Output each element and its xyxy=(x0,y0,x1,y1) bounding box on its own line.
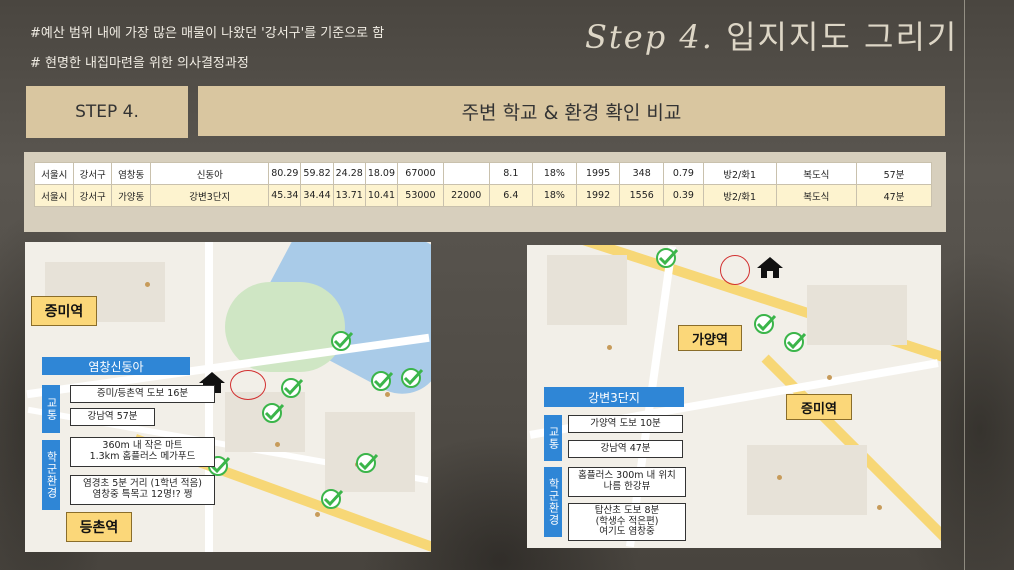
table-cell: 염창동 xyxy=(110,162,152,185)
panel-title-gangbyeon3: 강변3단지 xyxy=(544,387,684,407)
check-icon xyxy=(401,368,424,388)
step-label: STEP 4. xyxy=(26,86,188,138)
table-cell: 348 xyxy=(619,162,665,185)
home-icon xyxy=(757,257,783,278)
table-cell: 6.4 xyxy=(488,184,534,207)
table-row: 서울시 강서구 가양동 강변3단지 45.34 34.44 13.71 10.41 53000 2… xyxy=(33,184,932,207)
table-cell: 강변3단지 xyxy=(150,184,270,207)
check-icon xyxy=(754,314,777,334)
table-cell: 서울시 xyxy=(33,184,75,207)
location-circle xyxy=(720,255,750,285)
table-cell: 8.1 xyxy=(488,162,534,185)
info-transport-2: 강남역 57분 xyxy=(70,408,155,426)
table-cell: 34.44 xyxy=(300,184,334,207)
poi xyxy=(877,505,882,510)
poi xyxy=(607,345,612,350)
info-environment-2: 탑산초 도보 8분 (학생수 적은편) 여기도 염창중 xyxy=(568,503,686,541)
table-cell: 18% xyxy=(532,162,577,185)
poi xyxy=(275,442,280,447)
table-cell: 가양동 xyxy=(110,184,152,207)
tab-transport: 교통 xyxy=(544,415,562,461)
block xyxy=(807,285,907,345)
check-icon xyxy=(321,489,344,509)
panel-title-sindonga: 염창신동아 xyxy=(42,357,190,375)
table-cell: 서울시 xyxy=(33,162,75,185)
table-cell: 1556 xyxy=(619,184,665,207)
tab-school-environment: 학군환경 xyxy=(544,467,562,537)
table-cell: 80.29 xyxy=(268,162,302,185)
info-environment-1: 홈플러스 300m 내 위치 나름 한강뷰 xyxy=(568,467,686,497)
table-cell: 복도식 xyxy=(775,162,858,185)
info-transport-2: 강남역 47분 xyxy=(568,440,683,458)
note-line-1: #예산 범위 내에 가장 많은 매물이 나왔던 '강서구'를 기준으로 함 xyxy=(30,26,385,41)
table-cell: 59.82 xyxy=(300,162,334,185)
title-korean: 입지지도 그리기 xyxy=(726,18,959,56)
poi xyxy=(777,475,782,480)
check-icon xyxy=(656,248,679,268)
check-icon xyxy=(262,403,285,423)
table-cell: 67000 xyxy=(397,162,444,185)
table-cell: 10.41 xyxy=(364,184,399,207)
table-cell: 0.39 xyxy=(663,184,704,207)
tab-transport: 교통 xyxy=(42,385,60,433)
info-environment-2: 염경초 5분 거리 (1학년 적음) 염창중 특목고 12명!? 쩡 xyxy=(70,475,215,505)
block xyxy=(547,255,627,325)
info-transport-1: 증미/등촌역 도보 16분 xyxy=(70,385,215,403)
table-cell: 13.71 xyxy=(332,184,366,207)
table-cell: 복도식 xyxy=(775,184,858,207)
table-cell: 0.79 xyxy=(663,162,704,185)
table-cell: 강서구 xyxy=(73,184,112,207)
table-cell: 신동아 xyxy=(150,162,270,185)
poi xyxy=(145,282,150,287)
check-icon xyxy=(371,371,394,391)
table-cell: 방2/화1 xyxy=(702,184,777,207)
section-title: 주변 학교 & 환경 확인 비교 xyxy=(198,86,945,136)
station-label-deungchon: 등촌역 xyxy=(66,512,132,542)
station-label-jeungmi: 증미역 xyxy=(31,296,97,326)
note-line-2: # 현명한 내집마련을 위한 의사결정과정 xyxy=(30,56,249,71)
table-row: 서울시 강서구 염창동 신동아 80.29 59.82 24.28 18.09 67000 8.1… xyxy=(33,162,932,185)
table-cell: 18.09 xyxy=(364,162,399,185)
comparison-table: 서울시 강서구 염창동 신동아 80.29 59.82 24.28 18.09 67000 8.1… xyxy=(33,162,932,207)
comparison-table-panel: 서울시 강서구 염창동 신동아 80.29 59.82 24.28 18.09 67000 8.1… xyxy=(24,152,946,232)
poi xyxy=(827,375,832,380)
map-left[interactable]: 증미역 등촌역 염창신동아 교통 학군환경 증미/등촌역 도보 16분 강남역 … xyxy=(25,242,431,552)
map-right[interactable]: 가양역 증미역 강변3단지 교통 학군환경 가양역 도보 10분 강남역 47분… xyxy=(527,245,941,548)
table-cell xyxy=(442,162,490,185)
check-icon xyxy=(356,453,379,473)
station-label-jeungmi: 증미역 xyxy=(786,394,852,420)
table-cell: 47분 xyxy=(856,184,932,207)
check-icon xyxy=(281,378,304,398)
title-script: Step 4. xyxy=(585,18,714,56)
table-cell: 45.34 xyxy=(268,184,302,207)
poi xyxy=(385,392,390,397)
table-cell: 18% xyxy=(532,184,577,207)
tab-school-environment: 학군환경 xyxy=(42,440,60,510)
info-environment-1: 360m 내 작은 마트 1.3km 홈플러스 메가푸드 xyxy=(70,437,215,467)
location-circle xyxy=(230,370,266,400)
table-cell: 1992 xyxy=(575,184,621,207)
table-cell: 24.28 xyxy=(332,162,366,185)
divider-line xyxy=(964,0,965,570)
table-cell: 강서구 xyxy=(73,162,112,185)
table-cell: 53000 xyxy=(397,184,444,207)
table-cell: 방2/화1 xyxy=(702,162,777,185)
table-cell: 57분 xyxy=(856,162,932,185)
page-title: Step 4. 입지지도 그리기 xyxy=(585,12,958,58)
check-icon xyxy=(784,332,807,352)
table-cell: 1995 xyxy=(575,162,621,185)
info-transport-1: 가양역 도보 10분 xyxy=(568,415,683,433)
block xyxy=(747,445,867,515)
poi xyxy=(315,512,320,517)
table-cell: 22000 xyxy=(442,184,490,207)
check-icon xyxy=(331,331,354,351)
station-label-gayang: 가양역 xyxy=(678,325,742,351)
